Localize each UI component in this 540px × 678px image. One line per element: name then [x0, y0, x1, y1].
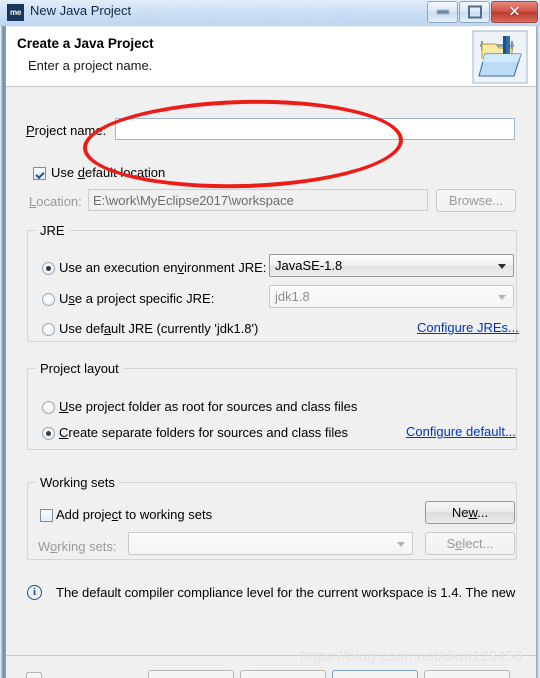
working-sets-label: Working sets:	[38, 539, 117, 554]
working-sets-combo[interactable]	[128, 532, 413, 555]
project-specific-jre-combo[interactable]: jdk1.8	[269, 285, 514, 308]
browse-button[interactable]: Browse...	[436, 189, 516, 212]
chevron-down-icon	[498, 264, 506, 269]
radio-default-jre[interactable]	[42, 323, 55, 336]
minimize-button[interactable]	[427, 1, 458, 23]
project-specific-jre-label: Use a project specific JRE:	[59, 291, 215, 306]
project-name-label: Project name:	[26, 123, 107, 138]
project-layout-group-title: Project layout	[36, 361, 123, 376]
maximize-restore-button[interactable]	[459, 1, 490, 23]
next-button[interactable]	[240, 670, 326, 678]
restore-icon	[467, 5, 482, 19]
radio-project-specific-jre[interactable]	[42, 293, 55, 306]
working-sets-group-title: Working sets	[36, 475, 119, 490]
execution-environment-jre-label: Use an execution environment JRE:	[59, 260, 267, 275]
location-label: Location:	[29, 194, 82, 209]
use-default-location-checkbox[interactable]	[33, 167, 46, 180]
finish-button[interactable]	[332, 670, 418, 678]
window-title: New Java Project	[30, 3, 132, 18]
info-message: The default compiler compliance level fo…	[56, 585, 516, 600]
help-button[interactable]	[26, 672, 42, 678]
separate-folders-label: Create separate folders for sources and …	[59, 425, 349, 440]
configure-jres-link[interactable]: Configure JREs...	[417, 320, 519, 335]
close-button[interactable]: ✕	[491, 1, 538, 23]
info-message-area: i The default compiler compliance level …	[6, 580, 536, 646]
select-working-set-button[interactable]: Select...	[425, 532, 515, 555]
info-icon: i	[27, 585, 42, 600]
jre-group-title: JRE	[36, 223, 69, 238]
minimize-icon	[436, 9, 449, 15]
new-java-project-dialog: me New Java Project ✕ Create a Java Proj…	[0, 0, 540, 678]
execution-environment-combo[interactable]: JavaSE-1.8	[269, 254, 514, 277]
execution-environment-value: JavaSE-1.8	[275, 258, 343, 273]
radio-project-folder-root[interactable]	[42, 401, 55, 414]
dialog-body: Project name: Use default location Locat…	[6, 88, 536, 604]
project-name-input[interactable]	[115, 118, 515, 140]
location-input[interactable]	[88, 189, 428, 211]
myeclipse-app-icon: me	[7, 4, 24, 21]
radio-separate-folders[interactable]	[42, 427, 55, 440]
page-subtitle: Enter a project name.	[28, 58, 153, 73]
title-bar[interactable]: me New Java Project ✕	[0, 0, 540, 26]
dialog-header: Create a Java Project Enter a project na…	[6, 27, 536, 87]
project-specific-jre-value: jdk1.8	[275, 289, 310, 304]
radio-execution-environment-jre[interactable]	[42, 262, 55, 275]
new-working-set-button[interactable]: New...	[425, 501, 515, 524]
back-button[interactable]	[148, 670, 234, 678]
watermark-text: https://blog.csdn.net/dkm123456	[300, 648, 524, 665]
window-controls: ✕	[426, 1, 538, 23]
chevron-down-icon	[498, 295, 506, 300]
add-project-to-working-sets-checkbox[interactable]	[40, 509, 53, 522]
add-project-to-working-sets-label: Add project to working sets	[56, 507, 213, 522]
close-icon: ✕	[508, 2, 521, 21]
window-border-right	[536, 26, 540, 678]
chevron-down-icon	[397, 542, 405, 547]
default-jre-label: Use default JRE (currently 'jdk1.8')	[59, 321, 259, 336]
use-default-location-label: Use default location	[51, 165, 166, 180]
project-folder-root-label: Use project folder as root for sources a…	[59, 399, 358, 414]
page-title: Create a Java Project	[17, 36, 154, 51]
cancel-button[interactable]	[424, 670, 510, 678]
java-project-folder-icon	[472, 30, 528, 84]
configure-default-link[interactable]: Configure default...	[406, 424, 516, 439]
